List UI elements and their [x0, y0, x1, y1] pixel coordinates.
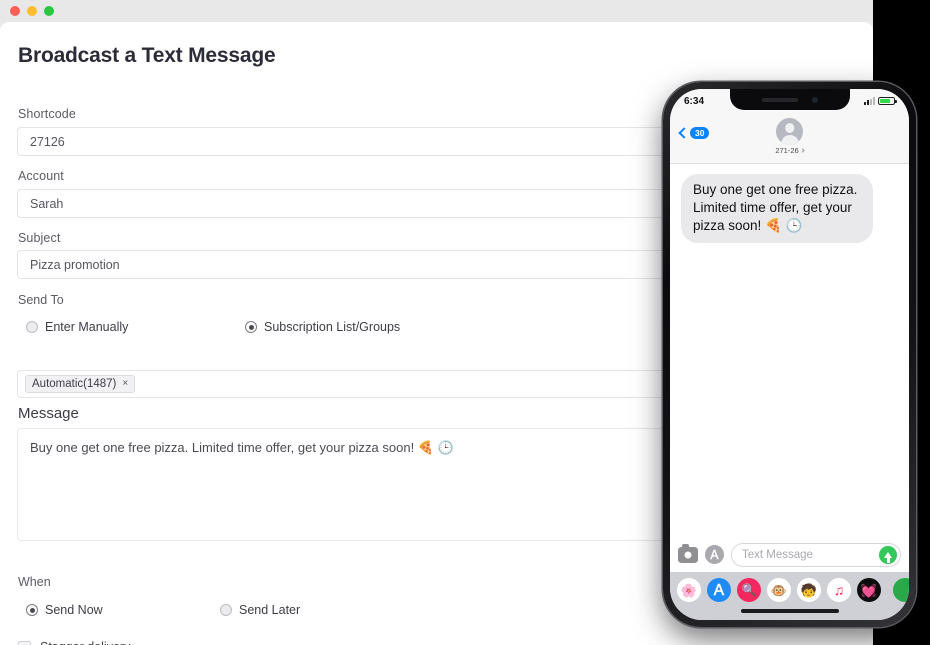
subject-label: Subject: [18, 231, 61, 245]
radio-subscription-list[interactable]: Subscription List/Groups: [245, 320, 400, 334]
page-title: Broadcast a Text Message: [18, 44, 276, 67]
stagger-delivery-label: Stagger delivery: [40, 640, 130, 645]
cellular-signal-icon: [864, 97, 875, 105]
iphone-mockup: 6:34 30 271-26 Buy one get one free pizz…: [663, 82, 916, 627]
front-camera-icon: [811, 96, 818, 103]
images-search-app-icon[interactable]: 🔍: [737, 578, 761, 602]
shortcode-value: 27126: [30, 134, 65, 149]
status-time: 6:34: [684, 95, 705, 107]
shortcode-label: Shortcode: [18, 107, 76, 121]
list-tag[interactable]: Automatic(1487) ×: [25, 375, 136, 393]
green-app-icon[interactable]: [893, 578, 909, 602]
subject-value: Pizza promotion: [30, 257, 120, 272]
earpiece-speaker-icon: [761, 97, 798, 102]
home-indicator[interactable]: [740, 609, 839, 613]
radio-subscription-list-label: Subscription List/Groups: [264, 320, 401, 334]
message-thread: Buy one get one free pizza. Limited time…: [670, 164, 909, 537]
radio-enter-manually[interactable]: Enter Manually: [26, 320, 128, 334]
message-label: Message: [18, 405, 79, 422]
contact-name-row: 271-26: [775, 146, 805, 155]
radio-circle-selected-icon[interactable]: [26, 604, 38, 616]
contact-info[interactable]: 271-26: [670, 118, 909, 155]
remove-tag-icon[interactable]: ×: [122, 379, 128, 389]
radio-send-later[interactable]: Send Later: [220, 603, 300, 617]
screenshot-root: Broadcast a Text Message Shortcode 27126…: [0, 0, 930, 645]
phone-notch: [729, 89, 850, 110]
camera-icon[interactable]: [678, 544, 698, 563]
account-label: Account: [18, 169, 64, 183]
app-store-app-icon[interactable]: Ａ: [707, 578, 731, 602]
when-label: When: [18, 575, 51, 589]
send-button[interactable]: [879, 546, 897, 564]
subject-input[interactable]: Pizza promotion: [17, 250, 689, 279]
animoji-app-icon[interactable]: 🧒: [797, 578, 821, 602]
radio-send-later-label: Send Later: [239, 603, 301, 617]
radio-send-now[interactable]: Send Now: [26, 603, 103, 617]
shortcode-input[interactable]: 27126: [17, 127, 689, 156]
chevron-right-icon: [800, 148, 805, 153]
phone-screen: 6:34 30 271-26 Buy one get one free pizz…: [670, 89, 909, 620]
account-value: Sarah: [30, 196, 64, 211]
digital-touch-app-icon[interactable]: 💓: [857, 578, 881, 602]
maximize-window-button[interactable]: [44, 6, 54, 16]
imessage-app-drawer: 🌸 Ａ 🔍 🐵 🧒 ♫ 💓: [670, 572, 909, 620]
subscription-list-field[interactable]: Automatic(1487) ×: [17, 370, 689, 398]
contact-name: 271-26: [775, 146, 799, 155]
message-value: Buy one get one free pizza. Limited time…: [30, 440, 454, 455]
photos-app-icon[interactable]: 🌸: [677, 578, 701, 602]
radio-enter-manually-label: Enter Manually: [45, 320, 129, 334]
message-thread-header: 30 271-26: [670, 113, 909, 164]
app-store-icon[interactable]: Ａ: [705, 545, 724, 564]
radio-circle-selected-icon[interactable]: [245, 321, 257, 333]
account-input[interactable]: Sarah: [17, 189, 689, 218]
close-window-button[interactable]: [10, 6, 20, 16]
message-bubble-incoming: Buy one get one free pizza. Limited time…: [681, 174, 873, 244]
status-indicators: [864, 96, 897, 106]
memoji-app-icon[interactable]: 🐵: [767, 578, 791, 602]
minimize-window-button[interactable]: [27, 6, 37, 16]
music-app-icon[interactable]: ♫: [827, 578, 851, 602]
radio-circle-icon[interactable]: [26, 321, 38, 333]
radio-send-now-label: Send Now: [45, 603, 103, 617]
text-message-input[interactable]: Text Message: [731, 542, 901, 567]
radio-circle-icon[interactable]: [220, 604, 232, 616]
stagger-delivery-checkbox-row[interactable]: Stagger delivery: [18, 640, 130, 645]
window-titlebar: [0, 0, 873, 22]
arrow-up-icon: [884, 552, 892, 563]
text-message-placeholder: Text Message: [742, 548, 813, 561]
list-tag-label: Automatic(1487): [32, 378, 117, 390]
send-to-label: Send To: [18, 293, 64, 307]
battery-icon: [878, 96, 897, 106]
checkbox-icon[interactable]: [18, 640, 31, 645]
avatar: [776, 118, 803, 145]
compose-bar: Ａ Text Message: [670, 537, 909, 572]
message-textarea[interactable]: Buy one get one free pizza. Limited time…: [17, 428, 689, 541]
